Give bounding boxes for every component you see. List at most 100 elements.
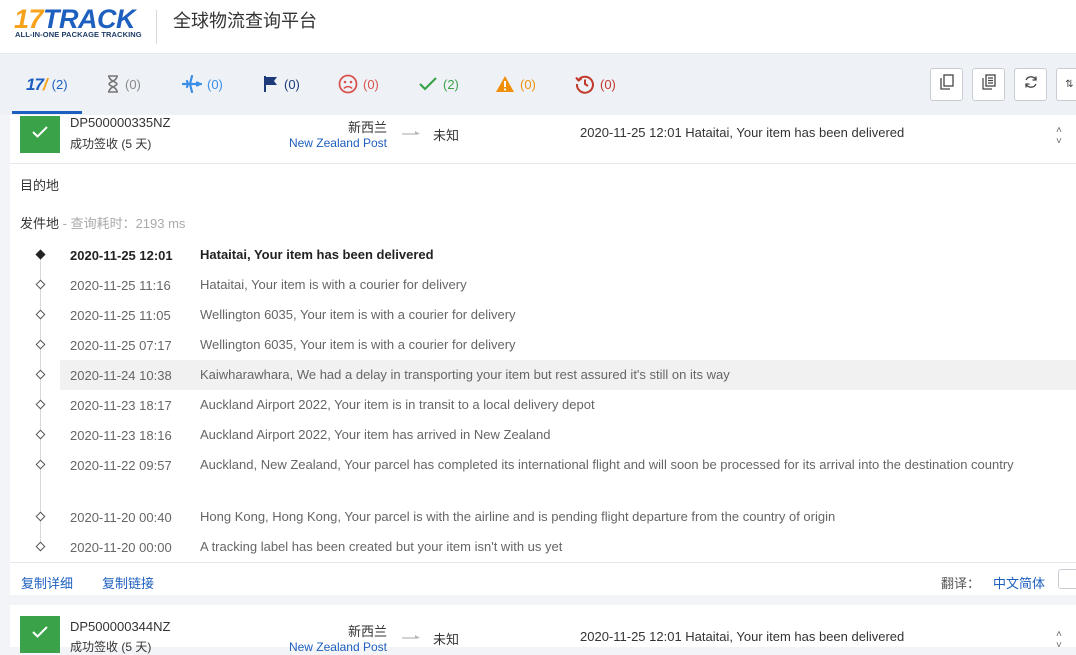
tracking-number[interactable]: DP500000344NZ: [70, 619, 170, 634]
status-filter-tabs: 17/ (2) (0) (0) (0) (0) (2) (0) (0) ⇅: [0, 55, 1076, 115]
destination-country: 未知: [433, 632, 460, 647]
timeline-event: 2020-11-25 07:17 Wellington 6035, Your i…: [10, 330, 1076, 360]
latest-event: 2020-11-25 12:01 Hataitai, Your item has…: [580, 125, 905, 140]
timeline-event: 2020-11-23 18:17 Auckland Airport 2022, …: [10, 390, 1076, 420]
event-desc: Auckland, New Zealand, Your parcel has c…: [200, 457, 1014, 472]
event-time: 2020-11-24 10:38: [70, 368, 172, 383]
timeline-event: 2020-11-25 11:05 Wellington 6035, Your i…: [10, 300, 1076, 330]
carrier-link[interactable]: New Zealand Post: [210, 136, 387, 150]
refresh-icon: [1024, 75, 1038, 94]
event-desc: A tracking label has been created but yo…: [200, 539, 563, 554]
query-time: - 查询耗时：2193 ms: [59, 216, 186, 231]
timeline-dot-icon: [35, 249, 46, 260]
origin-label: 发件地 - 查询耗时：2193 ms: [20, 216, 186, 231]
event-desc: Hataitai, Your item has been delivered: [200, 247, 434, 262]
tab-expired[interactable]: (0): [575, 72, 616, 98]
logo-tagline: ALL-IN-ONE PACKAGE TRACKING: [15, 30, 142, 39]
more-button[interactable]: ⇅: [1056, 68, 1076, 101]
timeline-event: 2020-11-24 10:38 Kaiwharawhara, We had a…: [35, 360, 1076, 390]
copy-icon: [939, 74, 954, 95]
event-desc: Kaiwharawhara, We had a delay in transpo…: [200, 367, 730, 382]
shipment-card: DP500000335NZ 成功签收 (5 天) 新西兰 New Zealand…: [10, 115, 1076, 595]
collapse-icon[interactable]: ˄ ˅: [1056, 125, 1062, 147]
timeline-dot-icon: [35, 339, 46, 350]
timeline-dot-icon: [35, 369, 46, 380]
tab-pickup[interactable]: (0): [263, 72, 300, 98]
timeline-dot-icon: [35, 309, 46, 320]
copy-detail-link[interactable]: 复制详细: [21, 573, 73, 592]
event-time: 2020-11-25 07:17: [70, 338, 172, 353]
event-time: 2020-11-25 12:01: [70, 248, 173, 263]
event-time: 2020-11-20 00:00: [70, 540, 172, 555]
event-desc: Auckland Airport 2022, Your item has arr…: [200, 427, 551, 442]
tab-count: (0): [284, 77, 300, 92]
copy-all-button[interactable]: [972, 68, 1005, 101]
timeline-dot-icon: [35, 429, 46, 440]
delivery-status: 成功签收 (5 天): [70, 137, 152, 151]
tab-delivered[interactable]: (2): [418, 72, 459, 98]
timeline-dot-icon: [35, 541, 46, 552]
shipment-card: DP500000344NZ 成功签收 (5 天) 新西兰 New Zealand…: [10, 605, 1076, 654]
copy-link-link[interactable]: 复制链接: [102, 573, 154, 592]
tab-in-transit[interactable]: (0): [181, 72, 223, 98]
active-tab-indicator: [12, 111, 82, 114]
copy-button[interactable]: [930, 68, 963, 101]
event-time: 2020-11-23 18:17: [70, 398, 172, 413]
17track-logo[interactable]: 17TRACK ALL-IN-ONE PACKAGE TRACKING: [14, 4, 144, 40]
translate-language-select[interactable]: 中文简体: [993, 573, 1045, 592]
carrier-link[interactable]: New Zealand Post: [210, 640, 387, 654]
tab-count: (0): [363, 77, 379, 92]
checkmark-icon: [31, 125, 49, 144]
translate-toggle[interactable]: [1058, 569, 1076, 589]
refresh-button[interactable]: [1014, 68, 1047, 101]
timeline-event: 2020-11-20 00:40 Hong Kong, Hong Kong, Y…: [10, 502, 1076, 532]
17track-logo-icon: 17/: [26, 75, 48, 94]
destination-country: 未知: [433, 128, 460, 143]
flag-icon: [263, 75, 279, 96]
event-desc: Wellington 6035, Your item is with a cou…: [200, 307, 516, 322]
timeline-dot-icon: [35, 459, 46, 470]
expand-icon[interactable]: ˄ ˅: [1056, 629, 1062, 651]
tab-undelivered[interactable]: (0): [338, 72, 379, 98]
latest-event: 2020-11-25 12:01 Hataitai, Your item has…: [580, 629, 905, 644]
event-desc: Wellington 6035, Your item is with a cou…: [200, 337, 516, 352]
timeline-dot-icon: [35, 511, 46, 522]
translate-label: 翻译：: [941, 576, 981, 591]
timeline-dot-icon: [35, 279, 46, 290]
event-time: 2020-11-23 18:16: [70, 428, 172, 443]
tab-count: (0): [125, 77, 141, 92]
tab-alert[interactable]: (0): [495, 72, 536, 98]
timeline-event: 2020-11-23 18:16 Auckland Airport 2022, …: [10, 420, 1076, 450]
header-divider: [156, 10, 157, 44]
shipment-summary-row[interactable]: DP500000335NZ 成功签收 (5 天) 新西兰 New Zealand…: [10, 115, 1076, 164]
app-header: 17TRACK ALL-IN-ONE PACKAGE TRACKING 全球物流…: [0, 0, 1076, 54]
event-desc: Hong Kong, Hong Kong, Your parcel is wit…: [200, 509, 836, 524]
tab-all[interactable]: 17/ (2): [26, 72, 68, 98]
airplane-icon: [181, 74, 203, 96]
delivered-status-badge: [20, 616, 60, 653]
tab-count: (2): [51, 77, 68, 92]
hourglass-icon: [106, 74, 120, 96]
event-time: 2020-11-22 09:57: [70, 458, 172, 473]
delivered-status-badge: [20, 116, 60, 153]
timeline-event: 2020-11-22 09:57 Auckland, New Zealand, …: [10, 450, 1076, 502]
copy-all-icon: [981, 74, 996, 95]
tab-pending[interactable]: (0): [106, 72, 141, 98]
origin-country: 新西兰: [347, 120, 387, 135]
tab-count: (0): [207, 77, 223, 92]
arrow-right-icon: [401, 125, 423, 143]
event-time: 2020-11-25 11:05: [70, 308, 171, 323]
timeline-event: 2020-11-20 00:00 A tracking label has be…: [10, 532, 1076, 562]
tab-count: (0): [520, 77, 536, 92]
checkmark-icon: [31, 625, 49, 644]
warning-icon: [495, 75, 515, 96]
event-desc: Hataitai, Your item is with a courier fo…: [200, 277, 467, 292]
tab-count: (0): [600, 77, 616, 92]
timeline-dot-icon: [35, 399, 46, 410]
tracking-number[interactable]: DP500000335NZ: [70, 115, 170, 130]
event-time: 2020-11-25 11:16: [70, 278, 171, 293]
page-title: 全球物流查询平台: [173, 11, 317, 31]
tab-count: (2): [443, 77, 459, 92]
checkmark-icon: [418, 76, 438, 95]
event-time: 2020-11-20 00:40: [70, 510, 172, 525]
